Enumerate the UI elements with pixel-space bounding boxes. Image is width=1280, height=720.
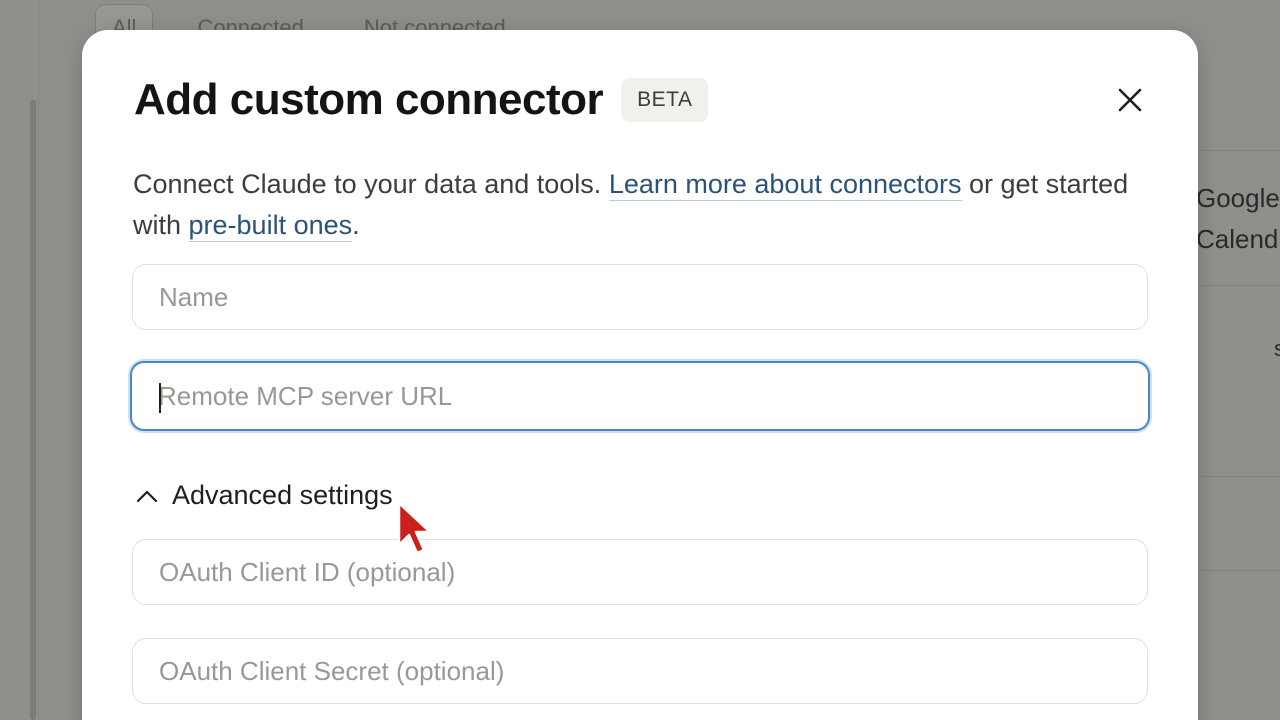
card-title-line: Google xyxy=(1196,183,1280,213)
learn-more-link[interactable]: Learn more about connectors xyxy=(608,169,962,201)
background-card-title: Google Calend xyxy=(1196,178,1280,260)
oauth-client-id-field[interactable] xyxy=(132,539,1148,605)
oauth-client-secret-field[interactable] xyxy=(132,638,1148,704)
card-title-line: Calend xyxy=(1196,224,1279,254)
modal-header: Add custom connector BETA xyxy=(134,76,1146,124)
pre-built-link[interactable]: pre-built ones xyxy=(188,210,353,242)
close-button[interactable] xyxy=(1110,80,1150,120)
advanced-settings-label: Advanced settings xyxy=(172,480,393,510)
modal-description: Connect Claude to your data and tools. L… xyxy=(133,164,1133,246)
sidebar-divider xyxy=(38,0,39,720)
text-caret xyxy=(159,383,161,413)
mouse-pointer-icon xyxy=(397,501,432,555)
add-connector-modal: Add custom connector BETA Connect Claude… xyxy=(82,30,1198,720)
advanced-settings-toggle[interactable]: Advanced settings xyxy=(136,480,393,511)
close-icon xyxy=(1118,88,1142,112)
chevron-up-icon xyxy=(136,490,158,502)
server-url-input[interactable] xyxy=(158,380,1148,412)
oauth-client-secret-input[interactable] xyxy=(159,655,1147,687)
oauth-client-id-input[interactable] xyxy=(159,556,1147,588)
server-url-field[interactable] xyxy=(130,361,1150,431)
intro-text: Connect Claude to your data and tools. xyxy=(133,169,609,199)
name-input[interactable] xyxy=(159,281,1147,313)
beta-badge: BETA xyxy=(621,78,709,122)
background-scrollbar xyxy=(30,100,36,720)
intro-text: . xyxy=(352,210,360,240)
background-card-fragment: s xyxy=(1274,336,1280,361)
modal-title: Add custom connector xyxy=(134,75,604,124)
name-field[interactable] xyxy=(132,264,1148,330)
